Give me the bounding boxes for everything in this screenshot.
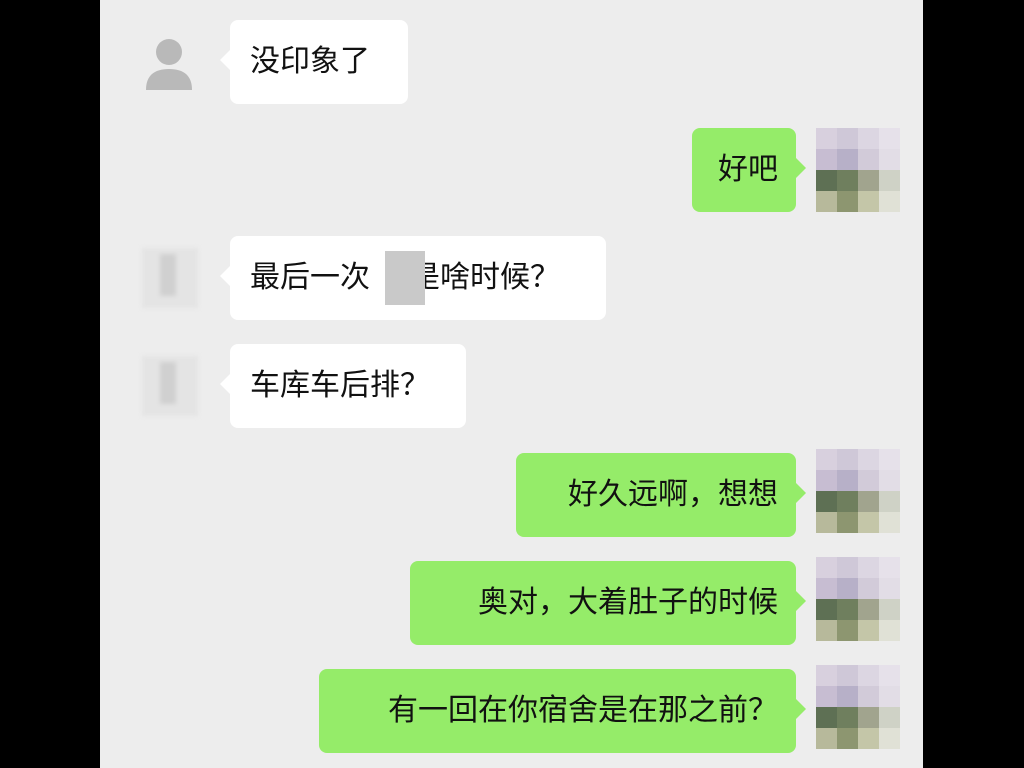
own-avatar[interactable] [816,449,900,533]
message-bubble-sent[interactable]: 好吧 [692,128,806,212]
message-text: 没印象了 [250,44,370,79]
message-bubble-received[interactable]: 没印象了 [220,20,408,104]
message-text-part: 最后一次 [250,260,370,295]
contact-avatar-icon[interactable] [144,36,194,92]
contact-avatar-blurred[interactable] [142,356,198,416]
message-text: 好吧 [718,152,778,187]
message-bubble-received[interactable]: 车库车后排？ [220,344,466,428]
message-bubble-sent[interactable]: 奥对，大着肚子的时候 [410,561,806,645]
message-bubble-sent[interactable]: 有一回在你宿舍是在那之前？ [319,669,806,753]
own-avatar[interactable] [816,665,900,749]
own-avatar[interactable] [816,557,900,641]
message-text: 车库车后排？ [250,368,430,403]
censor-mosaic [385,251,425,305]
own-avatar[interactable] [816,128,900,212]
chat-window: 没印象了 好吧 最后一次 是啥时候？ 车库车后排？ 好久远啊，想想 奥对，大着肚子… [100,0,923,768]
message-text: 奥对，大着肚子的时候 [478,585,778,620]
contact-avatar-blurred[interactable] [142,248,198,308]
message-text: 有一回在你宿舍是在那之前？ [388,693,778,728]
message-text: 好久远啊，想想 [568,477,778,512]
message-text-part: 是啥时候？ [410,260,560,295]
message-bubble-sent[interactable]: 好久远啊，想想 [516,453,806,537]
message-bubble-received[interactable]: 最后一次 是啥时候？ [220,236,606,320]
